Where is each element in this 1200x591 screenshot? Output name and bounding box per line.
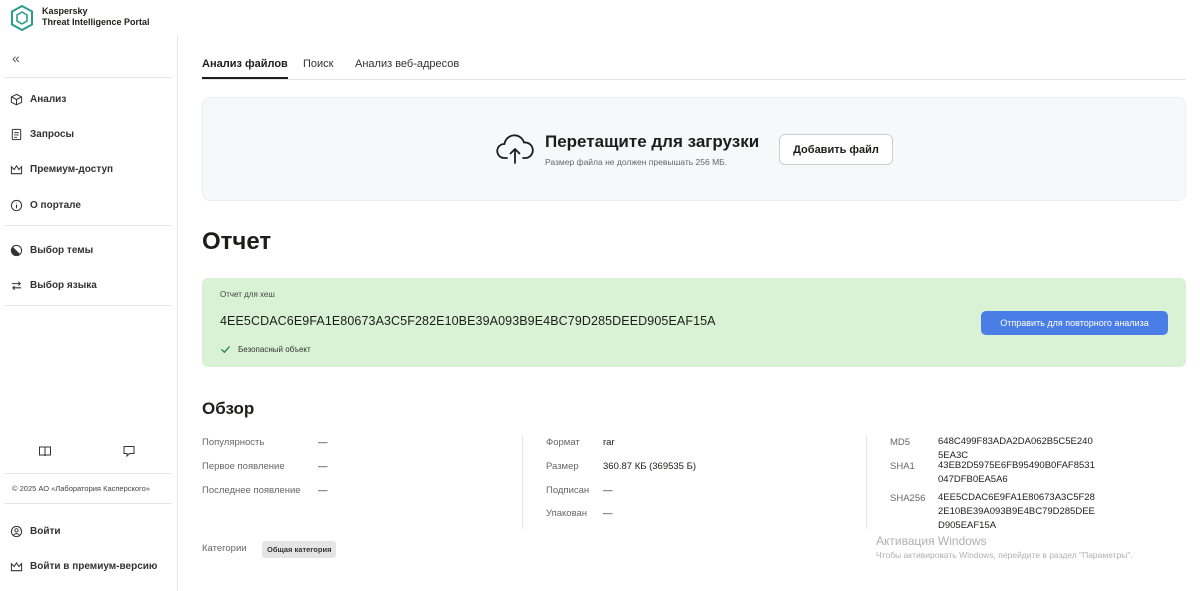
user-icon — [10, 525, 23, 537]
format-label: Формат — [546, 437, 580, 448]
last-seen-label: Последнее появление — [202, 485, 301, 496]
book-icon[interactable] — [38, 444, 52, 458]
sha1-value[interactable]: 43EB2D5975E6FB95490B0FAF8531047DFB0EA5A6 — [938, 459, 1096, 487]
packed-label: Упакован — [546, 508, 588, 519]
sidebar-item-label: Запросы — [30, 128, 75, 140]
divider — [4, 305, 172, 306]
md5-label: MD5 — [890, 437, 911, 448]
sidebar-item-label: Анализ — [30, 93, 67, 105]
chat-icon[interactable] — [122, 444, 136, 458]
popularity-label: Популярность — [202, 437, 265, 448]
sidebar-item-analysis[interactable]: Анализ — [10, 90, 66, 108]
column-divider — [866, 435, 867, 529]
packed-value: — — [603, 508, 613, 519]
premium-login-button[interactable]: Войти в премиум-версию — [10, 557, 157, 575]
cube-icon — [10, 93, 23, 105]
checkmark-icon — [221, 346, 230, 353]
sidebar: « Анализ Запросы Премиум-доступ О портал… — [0, 36, 178, 591]
divider — [4, 225, 172, 226]
tab-search[interactable]: Поиск — [303, 58, 333, 70]
tab-file-analysis[interactable]: Анализ файлов — [202, 58, 288, 79]
first-seen-label: Первое появление — [202, 461, 285, 472]
tab-url-analysis[interactable]: Анализ веб-адресов — [355, 58, 459, 70]
signed-label: Подписан — [546, 485, 590, 496]
report-hash: 4EE5CDAC6E9FA1E80673A3C5F282E10BE39A093B… — [220, 314, 716, 328]
sidebar-item-premium[interactable]: Премиум-доступ — [10, 160, 113, 178]
divider — [4, 77, 172, 78]
popularity-value: — — [318, 437, 328, 448]
info-icon — [10, 199, 23, 211]
document-icon — [11, 128, 22, 140]
copyright-text: © 2025 АО «Лаборатория Касперского» — [12, 484, 150, 493]
report-heading: Отчет — [202, 228, 272, 255]
size-value: 360.87 КБ (369535 Б) — [603, 461, 697, 472]
format-value: rar — [603, 437, 615, 448]
sidebar-item-label: О портале — [30, 199, 81, 211]
add-file-button[interactable]: Добавить файл — [779, 134, 893, 165]
hash-label: Отчет для хеш — [220, 290, 275, 299]
crown-icon — [10, 561, 23, 571]
size-label: Размер — [546, 461, 579, 472]
category-badge: Общая категория — [262, 541, 337, 558]
sidebar-item-requests[interactable]: Запросы — [10, 125, 74, 143]
brand-line-2: Threat Intelligence Portal — [42, 17, 150, 27]
premium-login-label: Войти в премиум-версию — [30, 560, 158, 572]
divider — [4, 473, 172, 474]
analysis-tabs: Анализ файлов Поиск Анализ веб-адресов — [202, 56, 1186, 80]
first-seen-value: — — [318, 461, 328, 472]
resubmit-analysis-button[interactable]: Отправить для повторного анализа — [981, 311, 1168, 335]
sidebar-item-label: Выбор темы — [30, 244, 94, 256]
categories-label: Категории — [202, 543, 247, 554]
top-bar: Kaspersky Threat Intelligence Portal — [0, 0, 1200, 36]
theme-icon — [10, 244, 23, 256]
kaspersky-logo-icon[interactable] — [10, 5, 34, 31]
collapse-sidebar-button[interactable]: « — [12, 51, 20, 65]
divider — [4, 503, 172, 504]
file-drop-zone[interactable]: Перетащите для загрузки Размер файла не … — [202, 97, 1186, 201]
upload-size-hint: Размер файла не должен превышать 256 МБ. — [545, 157, 728, 167]
last-seen-value: — — [318, 485, 328, 496]
sha256-label: SHA256 — [890, 493, 926, 504]
sidebar-item-theme[interactable]: Выбор темы — [10, 241, 93, 259]
upload-title: Перетащите для загрузки — [545, 132, 760, 151]
login-button[interactable]: Войти — [10, 522, 61, 540]
sidebar-item-label: Премиум-доступ — [30, 163, 114, 175]
cloud-upload-icon — [496, 134, 534, 164]
windows-activation-title: Активация Windows — [876, 534, 987, 548]
sidebar-item-language[interactable]: Выбор языка — [10, 276, 97, 294]
login-label: Войти — [30, 525, 61, 537]
report-summary-card: Отчет для хеш 4EE5CDAC6E9FA1E80673A3C5F2… — [202, 278, 1186, 367]
overview-heading: Обзор — [202, 399, 255, 418]
column-divider — [522, 435, 523, 529]
language-icon — [11, 280, 22, 290]
sidebar-item-about[interactable]: О портале — [10, 196, 81, 214]
sidebar-item-label: Выбор языка — [30, 279, 97, 291]
sha256-value[interactable]: 4EE5CDAC6E9FA1E80673A3C5F282E10BE39A093B… — [938, 491, 1096, 533]
brand-name[interactable]: Kaspersky Threat Intelligence Portal — [42, 6, 150, 28]
sha1-label: SHA1 — [890, 461, 915, 472]
verdict-label: Безопасный объект — [238, 345, 311, 354]
signed-value: — — [603, 485, 613, 496]
brand-line-1: Kaspersky — [42, 6, 88, 16]
crown-icon — [10, 164, 23, 174]
windows-activation-hint: Чтобы активировать Windows, перейдите в … — [876, 550, 1133, 560]
verdict-status: Безопасный объект — [220, 344, 311, 355]
